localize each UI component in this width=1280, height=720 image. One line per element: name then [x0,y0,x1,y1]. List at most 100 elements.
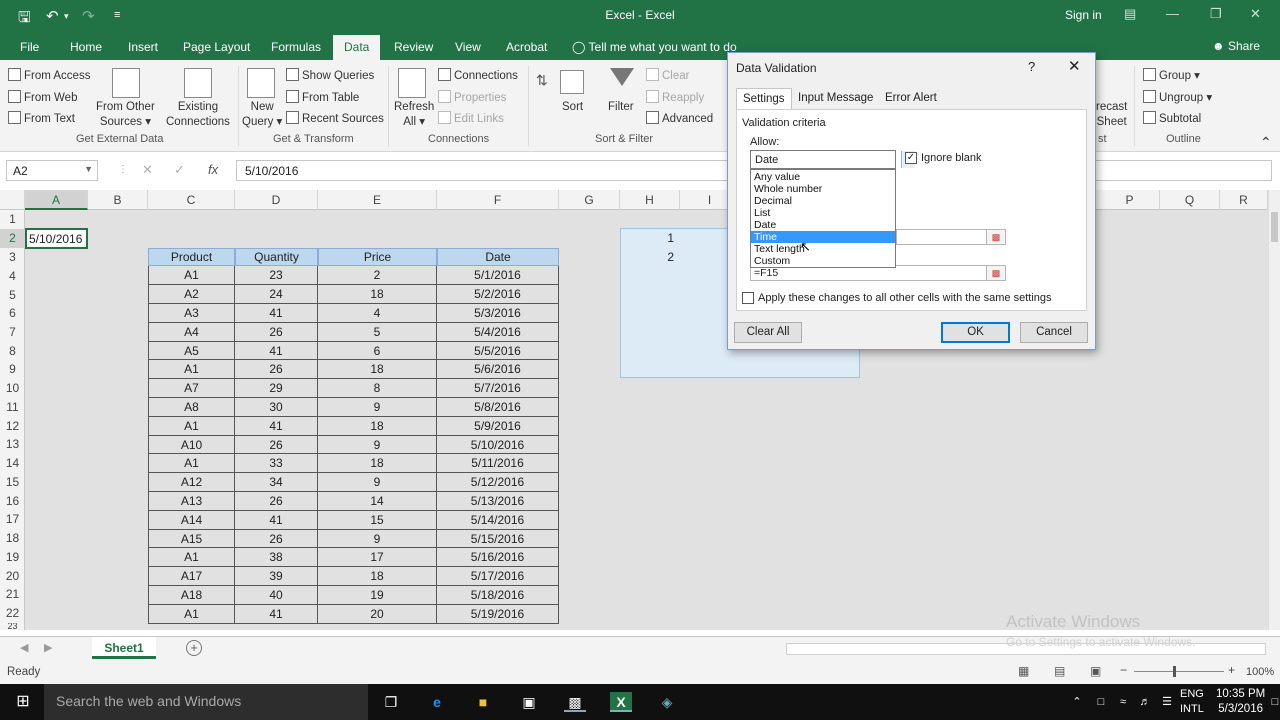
zoom-slider-thumb[interactable] [1173,666,1176,677]
notifications-icon[interactable]: □ [1264,692,1280,712]
table-cell[interactable]: A5 [148,341,235,361]
tab-insert[interactable]: Insert [128,40,158,54]
table-cell[interactable]: 41 [235,416,318,436]
table-cell[interactable]: 17 [318,548,437,568]
cell-h2[interactable]: 1 [620,229,678,248]
table-cell[interactable]: A7 [148,379,235,398]
network-icon[interactable]: □ [1090,692,1112,712]
tab-error-alert[interactable]: Error Alert [879,90,943,106]
zoom-in-icon[interactable]: + [1228,663,1235,677]
edit-links-button[interactable]: Edit Links [438,111,504,125]
table-cell[interactable]: A3 [148,304,235,323]
ungroup-button[interactable]: Ungroup ▾ [1143,90,1212,104]
wifi-icon[interactable]: ≈ [1112,692,1134,712]
refresh-all-button[interactable]: Refresh All ▾ [394,100,434,130]
zoom-level[interactable]: 100% [1246,666,1274,678]
row-header[interactable]: 16 [0,492,25,511]
zoom-out-icon[interactable]: − [1120,663,1127,677]
name-box[interactable]: A2 ▼ [6,160,98,181]
column-header[interactable]: H [620,190,680,210]
table-cell[interactable]: 5/1/2016 [437,266,559,286]
table-cell[interactable]: A1 [148,454,235,474]
table-cell[interactable]: 9 [318,529,437,549]
table-cell[interactable]: 9 [318,473,437,492]
properties-button[interactable]: Properties [438,90,506,104]
row-header[interactable]: 15 [0,473,25,492]
row-header[interactable]: 20 [0,567,25,586]
add-sheet-icon[interactable]: + [186,640,202,656]
table-cell[interactable]: 5/6/2016 [437,360,559,380]
row-header[interactable]: 17 [0,510,25,529]
table-cell[interactable]: 5/19/2016 [437,604,559,624]
ribbon-display-icon[interactable]: ▤ [1124,6,1136,22]
table-cell[interactable]: 26 [235,529,318,549]
table-cell[interactable]: A12 [148,473,235,492]
tab-data[interactable]: Data [333,35,381,60]
table-cell[interactable]: A13 [148,492,235,511]
row-header[interactable]: 9 [0,360,25,379]
table-cell[interactable]: 41 [235,510,318,530]
row-header[interactable]: 2 [0,229,25,248]
column-header[interactable]: A [25,190,88,210]
row-header[interactable]: 19 [0,548,25,567]
table-cell[interactable]: 18 [318,567,437,586]
help-icon[interactable]: ? [1028,59,1035,74]
table-cell[interactable]: 4 [318,304,437,323]
table-cell[interactable]: 24 [235,285,318,304]
table-cell[interactable]: A1 [148,604,235,624]
table-cell[interactable]: 5/7/2016 [437,379,559,398]
tab-view[interactable]: View [455,40,481,54]
show-hidden-icons[interactable]: ⌃ [1066,692,1088,712]
option-text-length[interactable]: Text length [751,243,895,255]
sort-az-icon[interactable]: ⇅ [536,72,548,89]
row-header[interactable]: 10 [0,379,25,398]
page-break-view-icon[interactable]: ▣ [1090,664,1101,678]
active-cell-a2[interactable]: 5/10/2016 [25,228,88,249]
table-cell[interactable]: 9 [318,435,437,455]
table-cell[interactable]: A1 [148,416,235,436]
row-header[interactable]: 13 [0,435,25,454]
collapse-ribbon-icon[interactable]: ⌃ [1260,134,1272,151]
option-decimal[interactable]: Decimal [751,195,895,207]
table-cell[interactable]: 19 [318,586,437,605]
cancel-button[interactable]: Cancel [1020,322,1088,343]
table-cell[interactable]: 5/11/2016 [437,454,559,474]
table-cell[interactable]: 15 [318,510,437,530]
clear-all-button[interactable]: Clear All [734,322,802,343]
row-header[interactable]: 12 [0,417,25,436]
table-cell[interactable]: 26 [235,322,318,342]
column-header[interactable]: R [1220,190,1268,210]
next-sheet-icon[interactable]: ▶ [44,641,52,654]
table-cell[interactable]: 5/16/2016 [437,548,559,568]
table-cell[interactable]: 8 [318,379,437,398]
table-cell[interactable]: 5/12/2016 [437,473,559,492]
table-cell[interactable]: 5/2/2016 [437,285,559,304]
table-cell[interactable]: 5/13/2016 [437,492,559,511]
table-cell[interactable]: 5/3/2016 [437,304,559,323]
from-table-button[interactable]: From Table [286,90,359,104]
subtotal-button[interactable]: Subtotal [1143,111,1201,125]
cell-h3[interactable]: 2 [620,248,678,267]
forecast-sheet-button[interactable]: recast Sheet [1096,100,1127,130]
table-cell[interactable]: 5/18/2016 [437,586,559,605]
from-access-button[interactable]: From Access [8,68,90,82]
show-queries-button[interactable]: Show Queries [286,68,374,82]
row-header[interactable]: 7 [0,323,25,342]
sheet-tab-sheet1[interactable]: Sheet1 [92,637,156,659]
ok-button[interactable]: OK [941,322,1010,343]
task-view-icon[interactable]: ❐ [380,692,402,712]
clear-button[interactable]: Clear [646,68,689,82]
row-header[interactable]: 22 [0,604,25,623]
table-cell[interactable]: 5/15/2016 [437,529,559,549]
existing-connections-button[interactable]: Existing Connections [166,100,230,130]
tab-home[interactable]: Home [70,40,102,54]
table-cell[interactable]: 5/14/2016 [437,510,559,530]
table-cell[interactable]: A14 [148,510,235,530]
sort-button[interactable]: Sort [562,100,583,115]
row-header[interactable]: 1 [0,210,25,229]
clock[interactable]: 10:35 PM 5/3/2016 [1216,687,1265,717]
volume-icon[interactable]: ♬ [1134,692,1156,712]
normal-view-icon[interactable]: ▦ [1018,664,1029,678]
taskbar-search[interactable]: Search the web and Windows [44,684,368,720]
option-time[interactable]: Time [751,231,895,243]
